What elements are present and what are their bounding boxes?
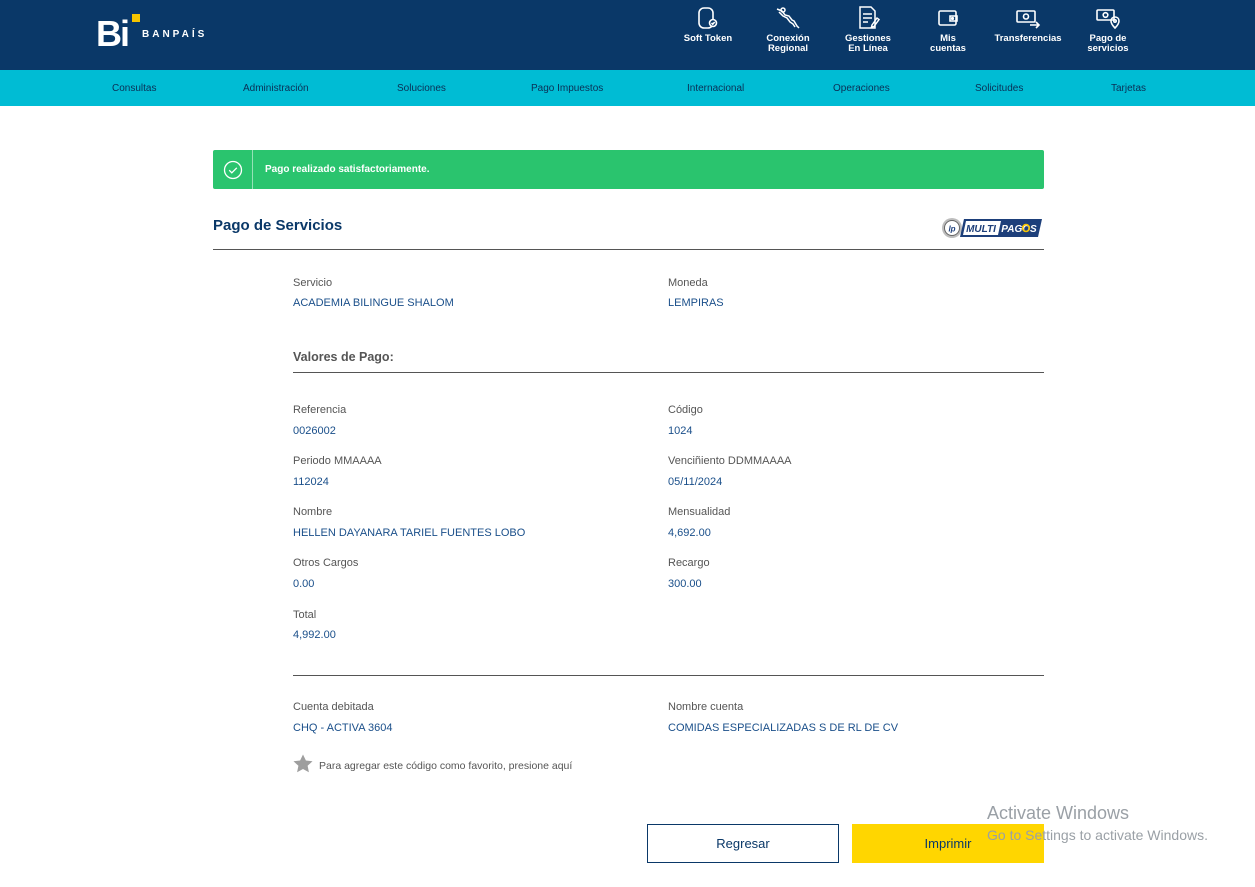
total-value: 4,992.00 bbox=[293, 629, 336, 641]
topnav-mis-cuentas[interactable]: Mis cuentas bbox=[908, 4, 988, 64]
logo-mark: Bi bbox=[96, 13, 140, 54]
star-icon[interactable] bbox=[293, 754, 313, 778]
svg-text:lp: lp bbox=[948, 225, 955, 234]
wallet-icon bbox=[934, 4, 962, 32]
topnav-label: Mis cuentas bbox=[930, 33, 966, 54]
moneda-label: Moneda bbox=[668, 277, 708, 289]
valores-de-pago-title: Valores de Pago: bbox=[293, 350, 394, 364]
alert-message: Pago realizado satisfactoriamente. bbox=[265, 164, 430, 175]
main-menu: Consultas Administración Soluciones Pago… bbox=[0, 70, 1255, 106]
codigo-label: Código bbox=[668, 404, 703, 416]
document-edit-icon bbox=[854, 4, 882, 32]
logo-letters: Bi bbox=[96, 13, 130, 54]
success-alert: Pago realizado satisfactoriamente. bbox=[213, 150, 1044, 189]
nombre-value: HELLEN DAYANARA TARIEL FUENTES LOBO bbox=[293, 527, 526, 539]
topnav-label: Pago de servicios bbox=[1087, 33, 1129, 54]
cuenta-debitada-value: CHQ - ACTIVA 3604 bbox=[293, 722, 393, 734]
periodo-value: 112024 bbox=[293, 476, 329, 488]
menu-operaciones[interactable]: Operaciones bbox=[833, 83, 890, 94]
referencia-value: 0026002 bbox=[293, 425, 336, 437]
codigo-value: 1024 bbox=[668, 425, 693, 437]
mensualidad-value: 4,692.00 bbox=[668, 527, 711, 539]
menu-tarjetas[interactable]: Tarjetas bbox=[1111, 83, 1146, 94]
check-circle-icon bbox=[213, 150, 253, 189]
add-favorite-link[interactable]: Para agregar este código como favorito, … bbox=[293, 754, 572, 778]
nombre-cuenta-value: COMIDAS ESPECIALIZADAS S DE RL DE CV bbox=[668, 722, 899, 734]
svg-text:MULTI: MULTI bbox=[966, 224, 996, 235]
windows-activation-watermark: Activate Windows Go to Settings to activ… bbox=[987, 803, 1208, 843]
watermark-title: Activate Windows bbox=[987, 803, 1130, 823]
menu-solicitudes[interactable]: Solicitudes bbox=[975, 83, 1023, 94]
valores-divider bbox=[293, 372, 1044, 373]
service-payment-icon bbox=[1094, 4, 1122, 32]
top-navigation: Soft Token Conexión Regional Gestiones E… bbox=[668, 4, 1148, 64]
topnav-transferencias[interactable]: Transferencias bbox=[988, 4, 1068, 64]
logo-yellow-square bbox=[132, 14, 140, 22]
topnav-gestiones-en-linea[interactable]: Gestiones En Línea bbox=[828, 4, 908, 64]
recargo-label: Recargo bbox=[668, 557, 710, 569]
soft-token-icon bbox=[694, 4, 722, 32]
nombre-label: Nombre bbox=[293, 506, 333, 518]
topnav-label: Soft Token bbox=[683, 33, 733, 44]
nombre-cuenta-label: Nombre cuenta bbox=[668, 701, 744, 713]
menu-consultas[interactable]: Consultas bbox=[112, 83, 156, 94]
moneda-value: LEMPIRAS bbox=[668, 297, 724, 309]
account-divider bbox=[293, 675, 1044, 676]
menu-internacional[interactable]: Internacional bbox=[687, 83, 744, 94]
title-divider bbox=[213, 249, 1044, 250]
logo-text: BANPAÍS bbox=[142, 28, 208, 40]
banpais-logo[interactable]: Bi BANPAÍS bbox=[96, 14, 207, 54]
recargo-value: 300.00 bbox=[668, 578, 702, 590]
topnav-label: Transferencias bbox=[994, 33, 1062, 44]
map-icon bbox=[774, 4, 802, 32]
cuenta-debitada-label: Cuenta debitada bbox=[293, 701, 374, 713]
menu-pago-impuestos[interactable]: Pago Impuestos bbox=[531, 83, 603, 94]
topnav-soft-token[interactable]: Soft Token bbox=[668, 4, 748, 64]
total-label: Total bbox=[293, 609, 317, 621]
mensualidad-label: Mensualidad bbox=[668, 506, 731, 518]
topnav-pago-de-servicios[interactable]: Pago de servicios bbox=[1068, 4, 1148, 64]
otros-cargos-label: Otros Cargos bbox=[293, 557, 359, 569]
top-header: Bi BANPAÍS Soft Token Conexión Regional … bbox=[0, 0, 1255, 70]
periodo-label: Periodo MMAAAA bbox=[293, 455, 382, 467]
favorite-text: Para agregar este código como favorito, … bbox=[319, 760, 573, 772]
vencimiento-value: 05/11/2024 bbox=[668, 476, 723, 488]
topnav-label: Gestiones En Línea bbox=[845, 33, 891, 54]
transfer-icon bbox=[1014, 4, 1042, 32]
servicio-label: Servicio bbox=[293, 277, 333, 289]
vencimiento-label: Venciñiento DDMMAAAA bbox=[668, 455, 792, 467]
watermark-subtitle: Go to Settings to activate Windows. bbox=[987, 827, 1208, 843]
svg-text:PAGOS: PAGOS bbox=[1001, 224, 1037, 235]
regresar-button[interactable]: Regresar bbox=[647, 824, 839, 863]
menu-administracion[interactable]: Administración bbox=[243, 83, 309, 94]
menu-soluciones[interactable]: Soluciones bbox=[397, 83, 446, 94]
topnav-conexion-regional[interactable]: Conexión Regional bbox=[748, 4, 828, 64]
servicio-value: ACADEMIA BILINGUE SHALOM bbox=[293, 297, 454, 309]
referencia-label: Referencia bbox=[293, 404, 347, 416]
page-title: Pago de Servicios bbox=[213, 217, 343, 234]
topnav-label: Conexión Regional bbox=[766, 33, 810, 54]
multipagos-logo: lp MULTI PAGOS bbox=[940, 215, 1044, 241]
otros-cargos-value: 0.00 bbox=[293, 578, 315, 590]
